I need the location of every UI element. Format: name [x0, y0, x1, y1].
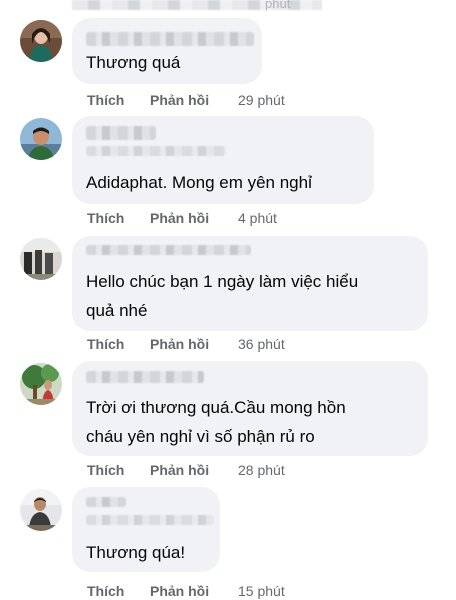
- comment-text: Trời ơi thương quá.Cầu mong hồn cháu yên…: [86, 398, 346, 446]
- comment-bubble: Hello chúc bạn 1 ngày làm việc hiểu quả …: [72, 236, 428, 331]
- avatar[interactable]: [20, 238, 62, 280]
- comment-text: Thương qúa!: [86, 543, 186, 562]
- comment-bubble: Trời ơi thương quá.Cầu mong hồn cháu yên…: [72, 361, 428, 456]
- author-name-blurred: [86, 371, 204, 383]
- comment-item: Hello chúc bạn 1 ngày làm việc hiểu quả …: [0, 236, 456, 361]
- author-name-blurred: [86, 497, 126, 507]
- avatar[interactable]: [20, 118, 62, 160]
- comment-text: Adidaphat. Mong em yên nghỉ: [86, 173, 312, 192]
- like-button[interactable]: Thích: [87, 335, 124, 353]
- comment-item: Trời ơi thương quá.Cầu mong hồn cháu yên…: [0, 361, 456, 486]
- comment-time[interactable]: 15 phút: [238, 582, 285, 600]
- author-name-blurred: [86, 146, 226, 156]
- reply-button[interactable]: Phản hồi: [150, 91, 209, 109]
- comment-bubble: Thương qúa!: [72, 487, 220, 572]
- comment-bubble: Thương quá: [72, 18, 262, 84]
- comment-time[interactable]: 28 phút: [238, 461, 285, 479]
- comment-bubble: Adidaphat. Mong em yên nghỉ: [72, 116, 374, 204]
- comment-time[interactable]: 29 phút: [238, 91, 285, 109]
- reply-button[interactable]: Phản hồi: [150, 335, 209, 353]
- author-name-blurred: [86, 515, 214, 525]
- like-button[interactable]: Thích: [87, 461, 124, 479]
- like-button[interactable]: Thích: [87, 209, 124, 227]
- comment-item: Adidaphat. Mong em yên nghỉ Thích Phản h…: [0, 116, 456, 231]
- reply-button[interactable]: Phản hồi: [150, 461, 209, 479]
- comment-item: Thương quá Thích Phản hồi 29 phút: [0, 18, 456, 113]
- author-name-blurred: [86, 245, 251, 255]
- reply-button[interactable]: Phản hồi: [150, 209, 209, 227]
- comment-item: Thương qúa! Thích Phản hồi 15 phút: [0, 487, 456, 600]
- avatar[interactable]: [20, 20, 62, 62]
- reply-button[interactable]: Phản hồi: [150, 582, 209, 600]
- like-button[interactable]: Thích: [87, 582, 124, 600]
- comment-time[interactable]: 36 phút: [238, 335, 285, 353]
- author-name-blurred: [86, 126, 156, 140]
- avatar[interactable]: [20, 489, 62, 531]
- comment-text: Hello chúc bạn 1 ngày làm việc hiểu quả …: [86, 272, 359, 320]
- author-name-blurred: [86, 32, 254, 46]
- avatar[interactable]: [20, 363, 62, 405]
- like-button[interactable]: Thích: [87, 91, 124, 109]
- comment-text: Thương quá: [86, 53, 181, 72]
- comment-time[interactable]: 4 phút: [238, 209, 277, 227]
- previous-comment-time: phút: [265, 0, 291, 11]
